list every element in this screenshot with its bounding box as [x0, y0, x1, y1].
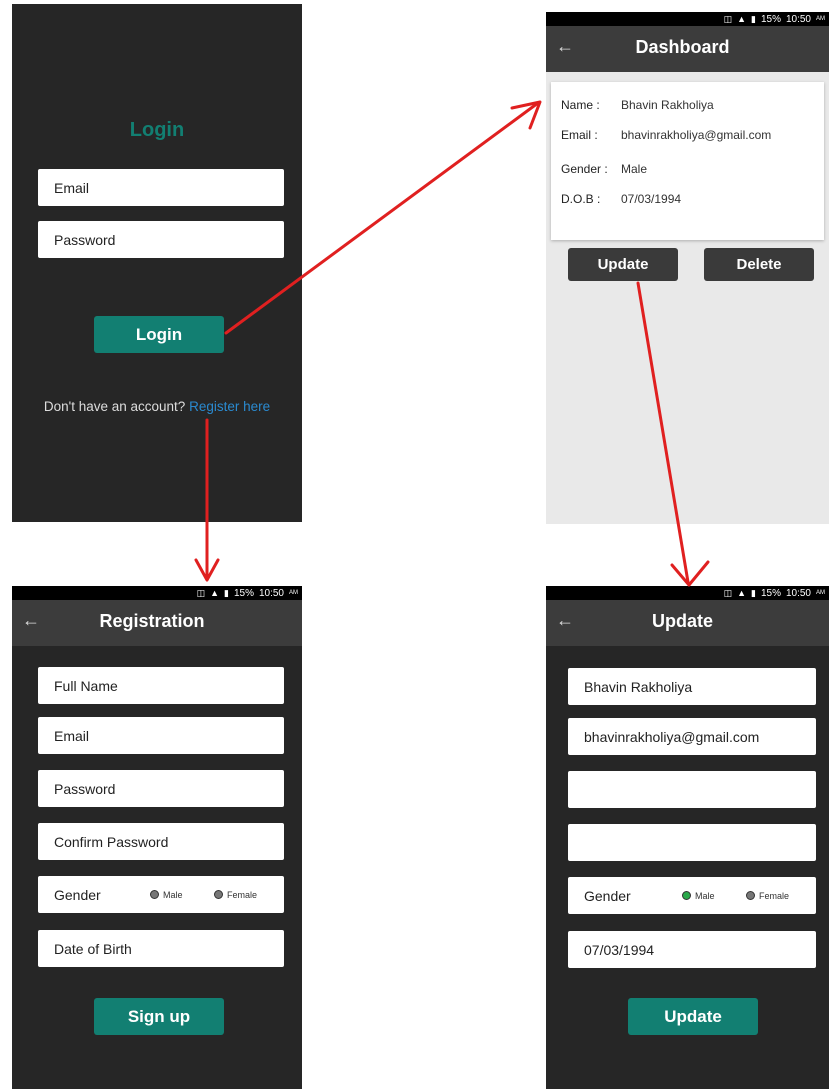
register-prompt: Don't have an account? Register here — [12, 399, 302, 414]
radio-female-label: Female — [759, 890, 790, 901]
radio-female[interactable]: Female — [214, 890, 257, 900]
radio-female-label: Female — [227, 889, 258, 900]
email-input[interactable]: Email — [38, 717, 284, 754]
gender-field: Gender Male Female — [568, 877, 816, 914]
name-row: Name : Bhavin Rakholiya — [561, 98, 714, 112]
radio-male[interactable]: Male — [682, 891, 715, 901]
wifi-icon: ▲ — [737, 13, 746, 24]
name-input[interactable]: Bhavin Rakholiya — [568, 668, 816, 705]
dob-input[interactable]: 07/03/1994 — [568, 931, 816, 968]
dashboard-title: Dashboard — [635, 37, 730, 57]
battery-icon: ▮ — [751, 13, 756, 24]
dob-input[interactable]: Date of Birth — [38, 930, 284, 967]
vibrate-icon: ◫ — [723, 587, 733, 598]
login-title: Login — [129, 119, 185, 141]
battery-level: 15% — [760, 587, 781, 599]
password-input[interactable] — [568, 771, 816, 808]
dashboard-screen: ◫ ▲ ▮ 15% 10:50 AM ← Dashboard Name : Bha… — [546, 12, 829, 524]
profile-card: Name : Bhavin Rakholiya Email : bhavinra… — [551, 82, 824, 240]
radio-male-label: Male — [163, 889, 183, 900]
gender-label: Gender : — [561, 162, 608, 176]
email-value: bhavinrakholiya@gmail.com — [621, 128, 772, 142]
status-bar: ◫ ▲ ▮ 15% 10:50 AM — [12, 586, 302, 600]
app-bar: ← Registration — [12, 600, 302, 646]
registration-screen: ◫ ▲ ▮ 15% 10:50 AM ← Registration Full Na… — [12, 586, 302, 1089]
battery-level: 15% — [233, 587, 254, 599]
battery-icon: ▮ — [224, 587, 229, 598]
battery-icon: ▮ — [751, 587, 756, 598]
name-value: Bhavin Rakholiya — [621, 98, 714, 112]
app-bar: ← Update — [546, 600, 829, 646]
update-submit-button[interactable]: Update — [628, 998, 758, 1035]
email-row: Email : bhavinrakholiya@gmail.com — [561, 128, 771, 142]
gender-field: Gender Male Female — [38, 876, 284, 913]
gender-label: Gender — [584, 887, 631, 904]
battery-level: 15% — [760, 13, 781, 25]
arrow-register-to-registration-head — [194, 558, 220, 582]
dob-value: 07/03/1994 — [621, 192, 682, 206]
login-button[interactable]: Login — [94, 316, 224, 353]
email-label: Email : — [561, 128, 598, 142]
radio-female-icon — [746, 891, 755, 900]
arrow-update-to-update-screen-head — [670, 560, 710, 587]
dob-placeholder: Date of Birth — [54, 940, 132, 957]
wifi-icon: ▲ — [737, 587, 746, 598]
signup-button[interactable]: Sign up — [94, 998, 224, 1035]
gender-label: Gender — [54, 886, 101, 903]
radio-male[interactable]: Male — [150, 890, 183, 900]
radio-male-icon — [150, 890, 159, 899]
register-prompt-text: Don't have an account? — [43, 399, 186, 414]
registration-title: Registration — [99, 611, 205, 631]
clock: 10:50 — [785, 587, 811, 599]
update-title: Update — [651, 611, 713, 631]
email-input[interactable]: bhavinrakholiya@gmail.com — [568, 718, 816, 755]
email-input-value: bhavinrakholiya@gmail.com — [584, 728, 760, 745]
gender-row: Gender : Male — [561, 162, 647, 176]
register-link[interactable]: Register here — [189, 399, 270, 414]
status-bar: ◫ ▲ ▮ 15% 10:50 AM — [546, 586, 829, 600]
status-bar: ◫ ▲ ▮ 15% 10:50 AM — [546, 12, 829, 26]
wifi-icon: ▲ — [210, 587, 219, 598]
arrow-login-to-dashboard-head — [510, 100, 542, 130]
confirm-password-placeholder: Confirm Password — [54, 833, 169, 850]
email-placeholder: Email — [54, 727, 90, 744]
name-label: Name : — [561, 98, 600, 112]
fullname-placeholder: Full Name — [54, 677, 118, 694]
clock-ampm: AM — [816, 590, 825, 596]
dob-input-value: 07/03/1994 — [584, 941, 655, 958]
radio-female-icon — [214, 890, 223, 899]
password-placeholder: Password — [54, 231, 116, 248]
dob-row: D.O.B : 07/03/1994 — [561, 192, 681, 206]
dob-label: D.O.B : — [561, 192, 601, 206]
clock: 10:50 — [785, 13, 811, 25]
update-button[interactable]: Update — [568, 248, 678, 281]
email-placeholder: Email — [54, 179, 90, 196]
radio-female[interactable]: Female — [746, 891, 789, 901]
clock: 10:50 — [258, 587, 284, 599]
login-screen: Login Email Password Login Don't have an… — [12, 4, 302, 522]
update-screen: ◫ ▲ ▮ 15% 10:50 AM ← Update Bhavin Rakhol… — [546, 586, 829, 1089]
clock-ampm: AM — [816, 16, 825, 22]
app-bar: ← Dashboard — [546, 26, 829, 72]
fullname-input[interactable]: Full Name — [38, 667, 284, 704]
vibrate-icon: ◫ — [723, 13, 733, 24]
confirm-password-input[interactable] — [568, 824, 816, 861]
name-input-value: Bhavin Rakholiya — [584, 678, 693, 695]
clock-ampm: AM — [289, 590, 298, 596]
confirm-password-input[interactable]: Confirm Password — [38, 823, 284, 860]
password-placeholder: Password — [54, 780, 116, 797]
password-input[interactable]: Password — [38, 770, 284, 807]
gender-value: Male — [621, 162, 648, 176]
delete-button[interactable]: Delete — [704, 248, 814, 281]
email-input[interactable]: Email — [38, 169, 284, 206]
password-input[interactable]: Password — [38, 221, 284, 258]
radio-male-selected-icon — [682, 891, 691, 900]
vibrate-icon: ◫ — [196, 587, 206, 598]
radio-male-label: Male — [695, 890, 715, 901]
